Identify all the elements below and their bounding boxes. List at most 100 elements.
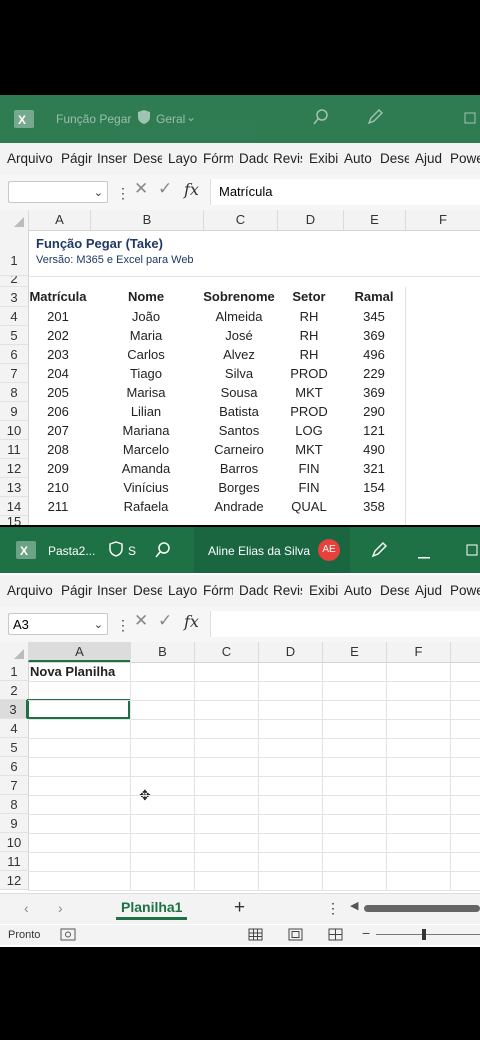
tab-dados[interactable]: Dado <box>239 143 268 175</box>
cell-setor[interactable]: RH <box>279 328 339 343</box>
cell-setor[interactable]: FIN <box>279 480 339 495</box>
avatar[interactable]: AE <box>318 539 340 561</box>
tab-power[interactable]: Powe <box>450 143 480 175</box>
cancel-icon[interactable]: ✕ <box>134 179 148 199</box>
column-header-a[interactable]: A <box>28 210 90 230</box>
chevron-right-icon[interactable]: › <box>58 900 63 916</box>
tab-revisao[interactable]: Revis <box>273 143 302 175</box>
tab-formulas[interactable]: Fórm <box>203 575 233 607</box>
chevron-left-icon[interactable]: ‹ <box>24 900 29 916</box>
row-header-11[interactable]: 11 <box>0 852 28 871</box>
row-header-8[interactable]: 8 <box>0 795 28 814</box>
cell-nome[interactable]: Marisa <box>96 385 196 400</box>
zoom-slider-thumb[interactable] <box>422 929 426 940</box>
cell-matricula[interactable]: 203 <box>22 347 94 362</box>
tab-arquivo[interactable]: Arquivo <box>7 143 61 175</box>
cell-matricula[interactable]: 205 <box>22 385 94 400</box>
cell-sobrenome[interactable]: Sousa <box>197 385 281 400</box>
chevron-down-icon[interactable]: ⌄ <box>94 614 103 636</box>
cell-nome[interactable]: Marcelo <box>96 442 196 457</box>
maximize-icon[interactable] <box>466 544 478 559</box>
column-header-c[interactable]: C <box>203 210 277 230</box>
cell-matricula[interactable]: 211 <box>22 499 94 514</box>
cell-ramal[interactable]: 321 <box>345 461 403 476</box>
confirm-icon[interactable]: ✓ <box>158 179 172 199</box>
formula-input[interactable]: Matrícula <box>210 179 480 205</box>
name-box[interactable]: ⌄ <box>8 181 108 203</box>
cell-ramal[interactable]: 121 <box>345 423 403 438</box>
sensitivity-label[interactable]: Geral <box>156 112 185 126</box>
tab-layout[interactable]: Layo <box>168 575 197 607</box>
column-header-f[interactable]: F <box>386 642 450 662</box>
column-header-b[interactable]: B <box>90 210 203 230</box>
pen-icon[interactable] <box>370 541 388 562</box>
formula-input[interactable] <box>210 611 480 637</box>
tab-pagina[interactable]: Págir <box>61 575 92 607</box>
cell-sobrenome[interactable]: Silva <box>197 366 281 381</box>
page-break-view-icon[interactable] <box>328 928 343 944</box>
cell-nome[interactable]: Mariana <box>96 423 196 438</box>
cell-nome[interactable]: Rafaela <box>96 499 196 514</box>
column-header-d[interactable]: D <box>277 210 343 230</box>
cell-setor[interactable]: PROD <box>279 404 339 419</box>
cancel-icon[interactable]: ✕ <box>134 611 148 631</box>
row-header-6[interactable]: 6 <box>0 757 28 776</box>
column-header-b[interactable]: B <box>130 642 194 662</box>
row-header-3[interactable]: 3 <box>0 700 28 719</box>
select-all-corner[interactable] <box>0 210 28 230</box>
row-header-7[interactable]: 7 <box>0 776 28 795</box>
cell-ramal[interactable]: 229 <box>345 366 403 381</box>
column-header-e[interactable]: E <box>343 210 405 230</box>
function-icon[interactable]: fx <box>184 612 199 631</box>
column-header-f[interactable]: F <box>405 210 480 230</box>
minimize-icon[interactable] <box>418 548 430 562</box>
pen-icon[interactable] <box>366 108 384 129</box>
tab-desenvolvedor[interactable]: Dese <box>380 143 409 175</box>
column-header-d[interactable]: D <box>258 642 322 662</box>
cell-ramal[interactable]: 490 <box>345 442 403 457</box>
cell-setor[interactable]: RH <box>279 347 339 362</box>
function-icon[interactable]: fx <box>184 180 199 199</box>
cell-nome[interactable]: Carlos <box>96 347 196 362</box>
select-all-corner[interactable] <box>0 642 28 662</box>
cell-matricula[interactable]: 210 <box>22 480 94 495</box>
more-options-icon[interactable]: ⋮ <box>326 900 340 917</box>
cell-setor[interactable]: PROD <box>279 366 339 381</box>
tab-inserir[interactable]: Inser <box>97 143 127 175</box>
column-header-c[interactable]: C <box>194 642 258 662</box>
row-header-1[interactable]: 1 <box>0 230 28 276</box>
tab-desenhar[interactable]: Dese <box>133 575 162 607</box>
cell-sobrenome[interactable]: Alvez <box>197 347 281 362</box>
document-title[interactable]: Pasta2... <box>48 544 95 558</box>
cell-ramal[interactable]: 369 <box>345 385 403 400</box>
cell-setor[interactable]: MKT <box>279 385 339 400</box>
tab-inserir[interactable]: Inser <box>97 575 127 607</box>
sheet-grid[interactable]: Função Pegar (Take) Versão: M365 e Excel… <box>28 230 480 525</box>
cell-ramal[interactable]: 345 <box>345 309 403 324</box>
column-header-e[interactable]: E <box>322 642 386 662</box>
tab-dados[interactable]: Dado <box>239 575 268 607</box>
normal-view-icon[interactable] <box>248 928 263 944</box>
cell-setor[interactable]: RH <box>279 309 339 324</box>
document-title[interactable]: Função Pegar <box>56 112 131 126</box>
page-layout-view-icon[interactable] <box>288 928 303 944</box>
cell-nome[interactable]: Amanda <box>96 461 196 476</box>
sensitivity-label[interactable]: S <box>128 544 136 558</box>
tab-formulas[interactable]: Fórm <box>203 143 233 175</box>
cell-nome[interactable]: Maria <box>96 328 196 343</box>
cell-ramal[interactable]: 369 <box>345 328 403 343</box>
cell-sobrenome[interactable]: Carneiro <box>197 442 281 457</box>
cell-setor[interactable]: LOG <box>279 423 339 438</box>
cell-matricula[interactable]: 209 <box>22 461 94 476</box>
row-header-15[interactable]: 15 <box>0 515 28 525</box>
tab-desenvolvedor[interactable]: Dese <box>380 575 409 607</box>
tab-layout[interactable]: Layo <box>168 143 197 175</box>
cell-sobrenome[interactable]: Santos <box>197 423 281 438</box>
maximize-icon[interactable] <box>464 112 476 127</box>
cell-ramal[interactable]: 496 <box>345 347 403 362</box>
cell-ramal[interactable]: 154 <box>345 480 403 495</box>
cell-sobrenome[interactable]: Andrade <box>197 499 281 514</box>
cell-sobrenome[interactable]: José <box>197 328 281 343</box>
cell-matricula[interactable]: 207 <box>22 423 94 438</box>
more-options-icon[interactable]: ⋮ <box>116 617 130 634</box>
